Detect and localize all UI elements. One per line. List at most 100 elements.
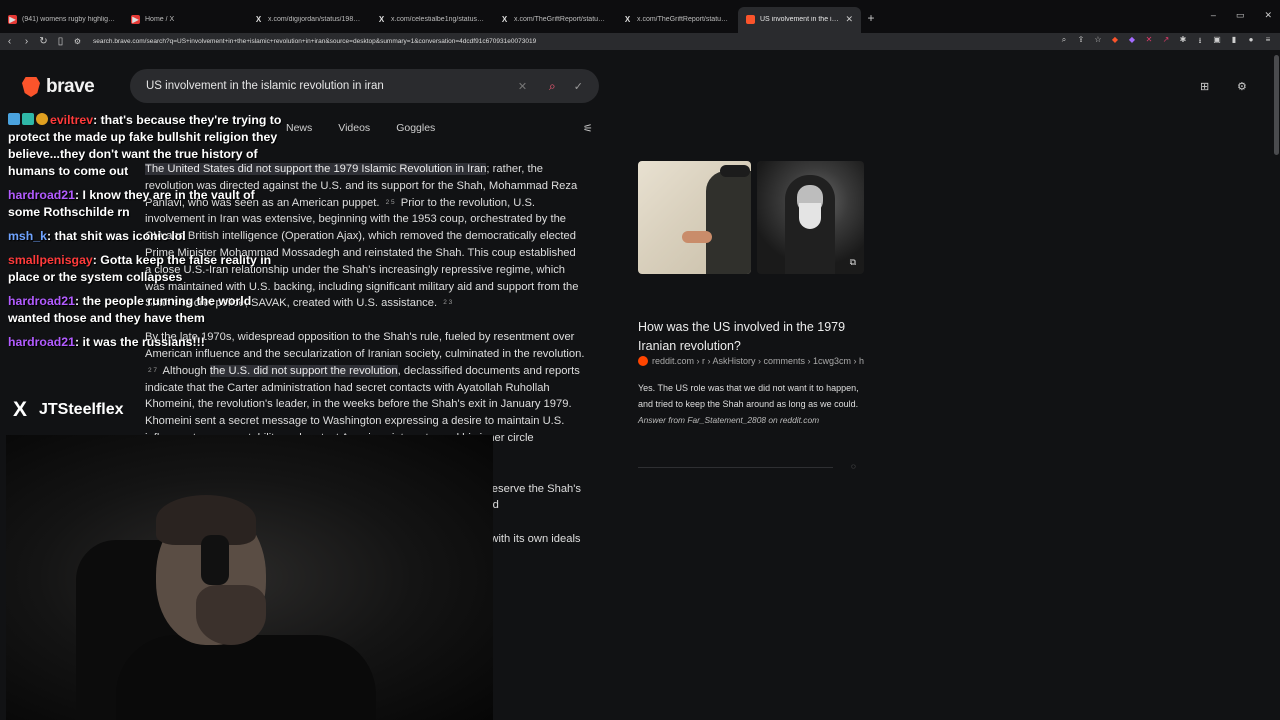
citation[interactable]: 2 5 bbox=[386, 199, 395, 206]
tab-4[interactable]: Xx.com/TheGriftReport/status/19813 bbox=[492, 7, 615, 33]
hand-shape bbox=[682, 231, 712, 243]
back-icon[interactable]: ‹ bbox=[2, 36, 17, 47]
minimize-icon[interactable]: – bbox=[1211, 10, 1216, 21]
chat-username: eviltrev bbox=[50, 113, 94, 127]
result-type-tabs: News Videos Goggles bbox=[286, 122, 435, 134]
brave-lion-icon bbox=[22, 77, 40, 97]
tab-0[interactable]: ▶ (941) womens rugby highlights - Yo bbox=[0, 7, 123, 33]
comment-icon[interactable]: ◌ bbox=[851, 462, 856, 471]
tab-6[interactable]: US involvement in the islamic re ✕ bbox=[738, 6, 861, 33]
x-icon: X bbox=[624, 15, 631, 24]
chat-message: smallpenisgay: Gotta keep the false real… bbox=[5, 252, 290, 286]
tab-title: x.com/digijordan/status/19815233 bbox=[268, 16, 361, 23]
menu-icon[interactable]: ≡ bbox=[1264, 35, 1272, 49]
extension-1-icon[interactable]: ◆ bbox=[1128, 35, 1136, 49]
tab-title: x.com/celestialbe1ng/status/19809 bbox=[391, 16, 484, 23]
clear-icon[interactable]: ✕ bbox=[518, 80, 527, 93]
chat-username: hardroad21 bbox=[8, 294, 75, 308]
image-result-photo[interactable]: ⧉ bbox=[757, 161, 864, 274]
x-icon: X bbox=[378, 15, 385, 24]
image-expand-icon[interactable]: ⧉ bbox=[850, 257, 856, 268]
bookmark-icon[interactable]: ▯ bbox=[53, 36, 68, 47]
forward-icon[interactable]: › bbox=[19, 36, 34, 47]
share-icon[interactable]: ⇪ bbox=[1077, 35, 1085, 49]
citation[interactable]: 2 3 bbox=[443, 299, 452, 306]
close-window-icon[interactable]: ✕ bbox=[1264, 10, 1272, 21]
tab-3[interactable]: Xx.com/celestialbe1ng/status/19809 bbox=[369, 7, 492, 33]
tab-title: x.com/TheGriftReport/status/19813 bbox=[637, 16, 730, 23]
filters-icon[interactable]: ⚟ bbox=[583, 122, 593, 135]
qa-answer-text: Yes. The US role was that we did not wan… bbox=[638, 383, 859, 409]
image-results: ⧉ bbox=[638, 161, 864, 274]
brave-wordmark: brave bbox=[46, 76, 95, 97]
image-result-illustration[interactable] bbox=[638, 161, 751, 274]
apps-icon[interactable]: ⊞ bbox=[1200, 80, 1209, 93]
answer-text: Although bbox=[162, 364, 207, 377]
chat-message: hardroad21: I know they are in the vault… bbox=[5, 187, 290, 221]
check-icon[interactable]: ✓ bbox=[574, 80, 583, 93]
close-tab-icon[interactable]: ✕ bbox=[845, 14, 853, 25]
chat-message: msh_k: that shit was iconic lol bbox=[5, 228, 290, 245]
extension-3-icon[interactable]: ↗ bbox=[1162, 35, 1170, 49]
qa-source[interactable]: reddit.com › r › AskHistory › comments ›… bbox=[638, 356, 864, 366]
divider bbox=[638, 467, 833, 468]
streamer-tag: X JTSteelflex bbox=[8, 398, 124, 422]
chat-text: : that shit was iconic lol bbox=[46, 229, 186, 243]
brave-logo[interactable]: brave bbox=[22, 76, 95, 98]
tab-title: x.com/TheGriftReport/status/19813 bbox=[514, 16, 607, 23]
tab-5[interactable]: Xx.com/TheGriftReport/status/19813 bbox=[615, 7, 738, 33]
streamer-handle: JTSteelflex bbox=[39, 401, 124, 418]
downloads-icon[interactable]: ⭳ bbox=[1196, 35, 1204, 49]
qa-title[interactable]: How was the US involved in the 1979 Iran… bbox=[638, 318, 878, 356]
page-scrollbar[interactable] bbox=[1274, 55, 1279, 155]
extensions-puzzle-icon[interactable]: ✱ bbox=[1179, 35, 1187, 49]
chat-text: : it was the russians!!! bbox=[74, 335, 205, 349]
tab-2[interactable]: Xx.com/digijordan/status/19815233 bbox=[246, 7, 369, 33]
tab-list: ▶ (941) womens rugby highlights - Yo ▶ Home… bbox=[0, 1, 861, 33]
chat-badge-icon bbox=[8, 113, 20, 125]
headset-shape bbox=[201, 535, 229, 585]
youtube-icon: ▶ bbox=[8, 15, 17, 24]
chat-message: eviltrev: that's because they're trying … bbox=[5, 112, 290, 180]
search-box[interactable]: US involvement in the islamic revolution… bbox=[130, 69, 599, 103]
chat-badge-icon bbox=[36, 113, 48, 125]
x-icon: X bbox=[255, 15, 262, 24]
settings-icon[interactable]: ⚙ bbox=[1237, 80, 1247, 93]
tab-1[interactable]: ▶ Home / X bbox=[123, 7, 246, 33]
bookmark-star-icon[interactable]: ☆ bbox=[1094, 35, 1102, 49]
qa-source-path: reddit.com › r › AskHistory › comments ›… bbox=[652, 356, 865, 366]
brave-shields-icon[interactable]: ◆ bbox=[1111, 35, 1119, 49]
tab-videos[interactable]: Videos bbox=[338, 122, 370, 134]
sidebar-icon[interactable]: ▮ bbox=[1230, 35, 1238, 49]
navigation-bar: ‹ › ↻ ▯ ⚙ search.brave.com/search?q=US+i… bbox=[0, 33, 1280, 50]
tab-goggles[interactable]: Goggles bbox=[396, 122, 435, 134]
body-shape bbox=[116, 635, 376, 720]
x-icon: ▶ bbox=[131, 15, 140, 24]
chat-username: msh_k bbox=[8, 229, 47, 243]
chat-message: hardroad21: it was the russians!!! bbox=[5, 334, 290, 351]
chat-username: hardroad21 bbox=[8, 335, 75, 349]
search-icon[interactable]: ⌕ bbox=[549, 79, 556, 94]
url-field[interactable]: search.brave.com/search?q=US+involvement… bbox=[93, 38, 1060, 45]
x-icon: X bbox=[501, 15, 508, 24]
zoom-icon[interactable]: ⌕ bbox=[1060, 35, 1068, 49]
x-logo-icon: X bbox=[12, 398, 27, 421]
chat-username: hardroad21 bbox=[8, 188, 75, 202]
site-info-icon[interactable]: ⚙ bbox=[70, 37, 85, 46]
citation[interactable]: 2 7 bbox=[148, 367, 157, 374]
chat-message: hardroad21: the people running the world… bbox=[5, 293, 290, 327]
reload-icon[interactable]: ↻ bbox=[36, 36, 51, 47]
chat-badge-icon bbox=[22, 113, 34, 125]
new-tab-button[interactable]: + bbox=[861, 11, 881, 25]
profile-icon[interactable]: ● bbox=[1247, 35, 1255, 49]
qa-attribution: Answer from Far_Statement_2808 on reddit… bbox=[638, 415, 820, 425]
answer-highlight: the U.S. did not support the revolution bbox=[209, 364, 398, 377]
tab-title: US involvement in the islamic re bbox=[760, 16, 841, 23]
maximize-icon[interactable]: ▭ bbox=[1236, 10, 1245, 21]
wallet-icon[interactable]: ▣ bbox=[1213, 35, 1221, 49]
search-input[interactable]: US involvement in the islamic revolution… bbox=[146, 80, 518, 92]
extension-2-icon[interactable]: ✕ bbox=[1145, 35, 1153, 49]
figure-shape bbox=[706, 171, 751, 274]
tab-title: Home / X bbox=[145, 16, 175, 23]
window-controls: – ▭ ✕ bbox=[1211, 10, 1272, 21]
